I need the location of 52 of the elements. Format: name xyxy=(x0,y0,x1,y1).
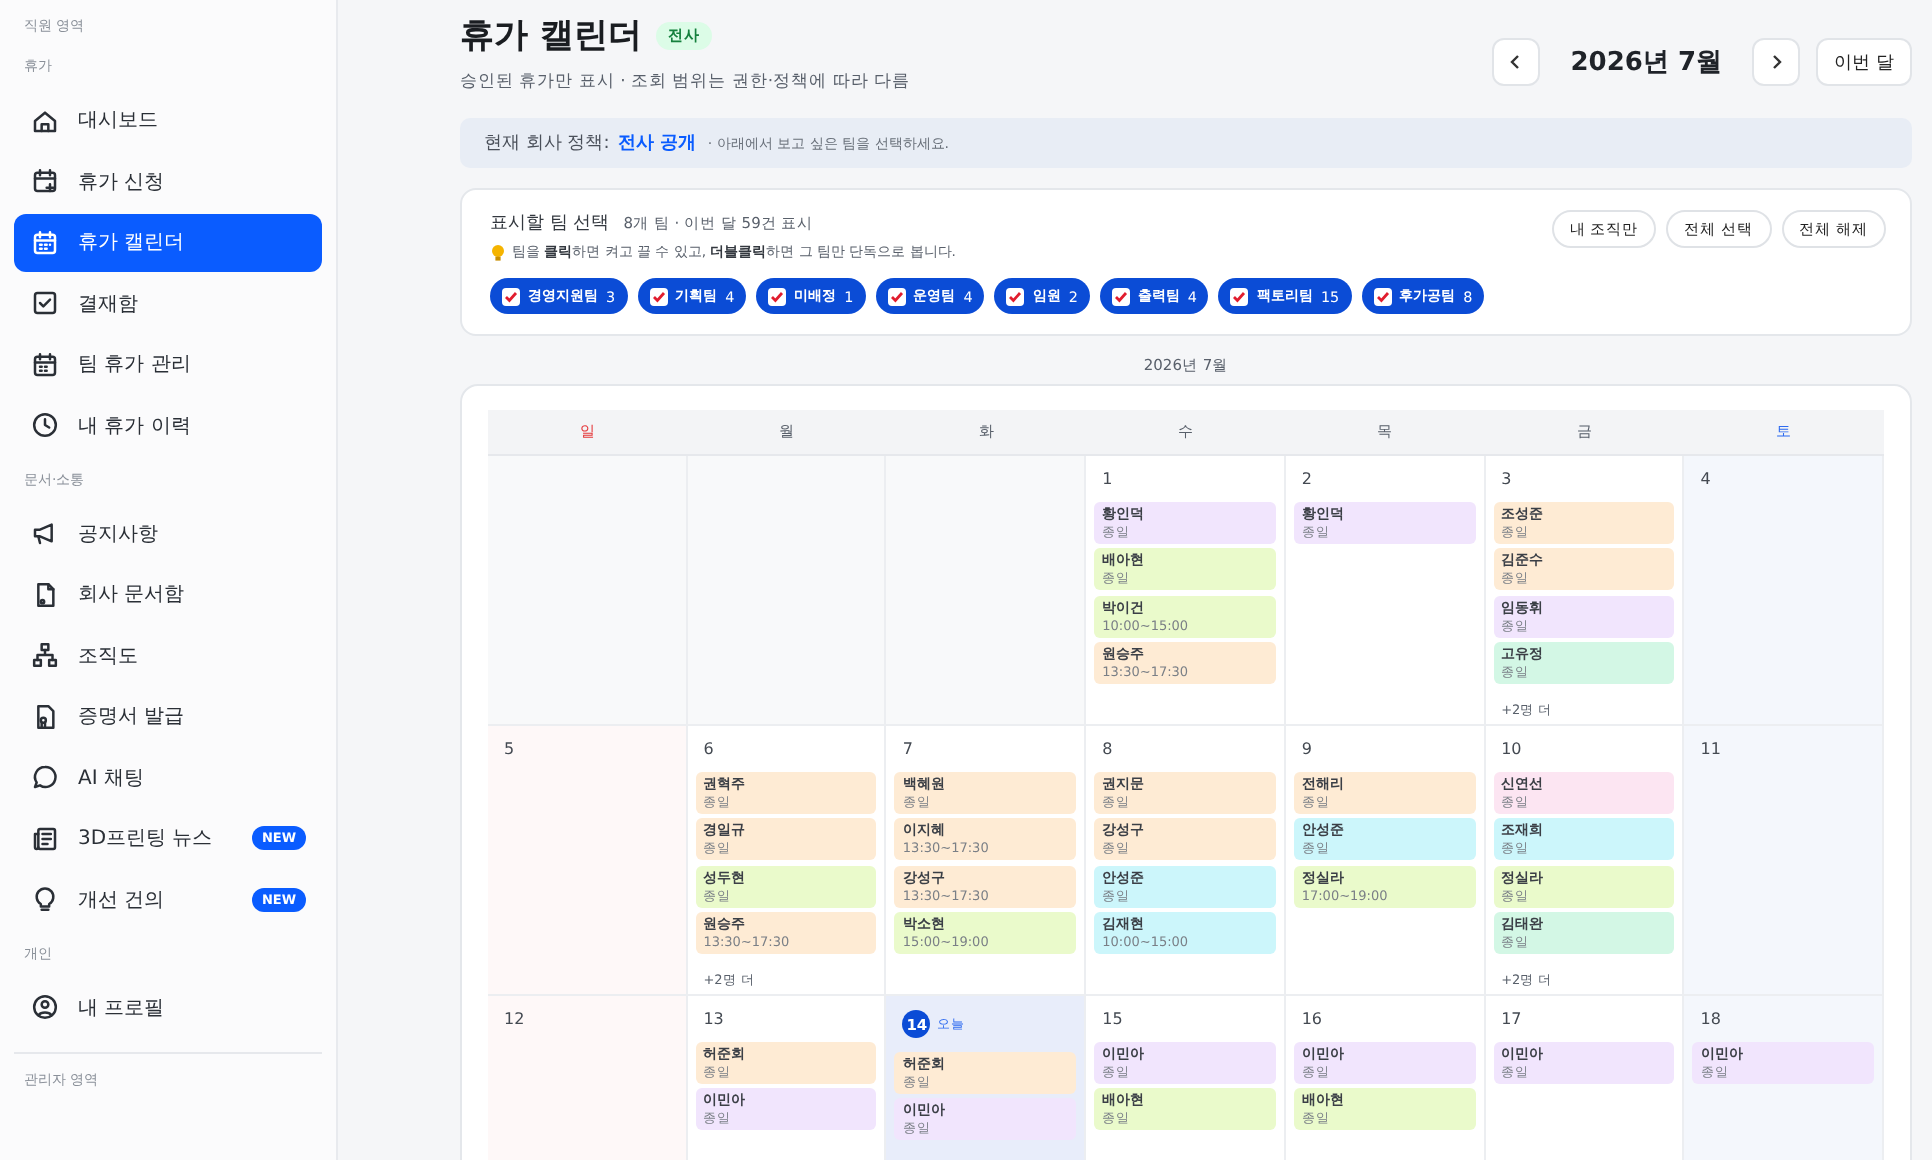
day-number: 2 xyxy=(1301,470,1312,488)
day-number: 13 xyxy=(703,1010,724,1028)
next-month-button[interactable] xyxy=(1752,38,1801,86)
day-number: 17 xyxy=(1501,1010,1522,1028)
day-number: 16 xyxy=(1301,1010,1323,1028)
day-number: 9 xyxy=(1301,740,1312,758)
day-number: 10 xyxy=(1501,740,1522,758)
month-title: 2026년 7월 xyxy=(1568,46,1724,80)
sidebar-item[interactable]: 조직도 xyxy=(14,626,322,684)
calendar-icon xyxy=(30,349,60,379)
previous-month-button[interactable] xyxy=(1492,38,1541,86)
day-number: 6 xyxy=(703,740,714,758)
team-filter-title: 표시할 팀 선택 xyxy=(490,212,610,236)
day-number: 5 xyxy=(504,740,515,758)
checkbox-icon xyxy=(30,288,60,318)
chevron-right-icon xyxy=(1768,54,1785,70)
sidebar-item[interactable]: 휴가 신청 xyxy=(14,152,322,210)
day-number: 7 xyxy=(902,740,914,758)
calendar-plus-icon xyxy=(30,166,60,196)
this-month-button[interactable]: 이번 달 xyxy=(1816,38,1912,86)
day-number: 18 xyxy=(1700,1010,1721,1028)
sidebar-item[interactable]: AI 채팅 xyxy=(14,748,322,806)
day-number: 3 xyxy=(1501,470,1512,488)
user-circle-icon xyxy=(30,992,60,1022)
clock-icon xyxy=(30,410,60,440)
sidebar-item[interactable]: 공지사항 xyxy=(14,504,322,562)
policy-label: 현재 회사 정책: xyxy=(484,132,610,156)
day-number: 8 xyxy=(1102,740,1113,758)
sidebar-item[interactable]: 휴가 캘린더 xyxy=(14,213,322,271)
chat-bubble-icon xyxy=(30,762,60,792)
sidebar-item[interactable]: 결재함 xyxy=(14,274,322,332)
lightbulb-icon xyxy=(490,243,506,261)
day-number: 12 xyxy=(504,1010,525,1028)
sidebar-item[interactable]: 증명서 발급 xyxy=(14,687,322,745)
home-icon xyxy=(30,105,60,135)
calendar-icon xyxy=(30,227,60,257)
sidebar-item[interactable]: 내 프로필 xyxy=(14,978,322,1036)
org-chart-icon xyxy=(30,640,60,670)
page-title: 휴가 캘린더 xyxy=(460,14,642,58)
page-subtitle: 승인된 휴가만 표시 · 조회 범위는 권한·정책에 따라 다름 xyxy=(460,70,911,94)
day-number: 11 xyxy=(1700,740,1721,758)
newspaper-icon xyxy=(30,823,60,853)
sidebar-item[interactable]: 회사 문서함 xyxy=(14,565,322,623)
day-number: 1 xyxy=(1102,470,1113,488)
chevron-left-icon xyxy=(1508,54,1525,70)
sidebar-item[interactable]: 대시보드 xyxy=(14,91,322,149)
sidebar-item[interactable]: 팀 휴가 관리 xyxy=(14,335,322,393)
day-number: 4 xyxy=(1700,470,1711,488)
day-number: 15 xyxy=(1102,1010,1123,1028)
lightbulb-icon xyxy=(30,884,60,914)
policy-value: 전사 공개 xyxy=(617,132,696,156)
sidebar-item[interactable]: 내 휴가 이력 xyxy=(14,396,322,454)
